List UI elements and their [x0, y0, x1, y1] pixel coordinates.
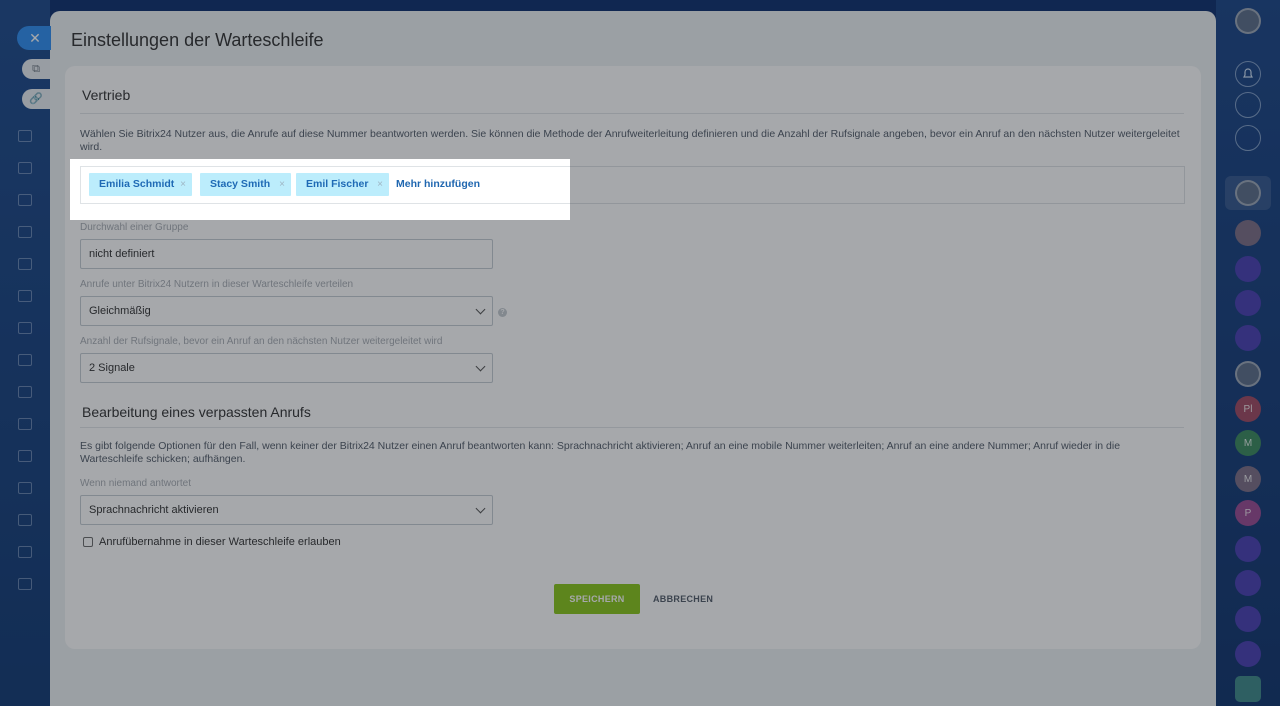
chat-avatar-initials[interactable]: P — [1235, 500, 1261, 526]
user-tag-label: Emilia Schmidt — [99, 178, 175, 190]
slider-title: Einstellungen der Warteschleife — [71, 30, 324, 50]
sidebar-feed-icon[interactable] — [18, 130, 32, 142]
missed-call-title: Bearbeitung eines verpassten Anrufs — [82, 404, 311, 420]
group-chat-avatar[interactable] — [1235, 220, 1261, 246]
sidebar-chat-icon[interactable] — [18, 290, 32, 302]
save-button[interactable]: SPEICHERN — [554, 584, 640, 614]
openlines-icon[interactable] — [1235, 641, 1261, 667]
divider — [80, 427, 1184, 428]
chat-avatar-initials[interactable]: M — [1235, 466, 1261, 492]
group-title: Vertrieb — [82, 87, 131, 103]
sidebar-cards-icon[interactable] — [18, 226, 32, 238]
link-icon[interactable]: 🔗 — [22, 89, 50, 109]
chat-avatar[interactable] — [1235, 361, 1261, 387]
help-icon[interactable]: ? — [498, 308, 507, 317]
openlines-icon[interactable] — [1235, 536, 1261, 562]
settings-card: Vertrieb Wählen Sie Bitrix24 Nutzer aus,… — [65, 66, 1201, 649]
search-chat-icon[interactable] — [1235, 125, 1261, 151]
close-icon[interactable]: ✕ — [17, 26, 51, 50]
remove-tag-icon[interactable]: × — [279, 173, 285, 196]
no-answer-select[interactable]: Sprachnachricht aktivieren — [80, 495, 493, 525]
sidebar-tasks-icon[interactable] — [18, 354, 32, 366]
chat-channel-icon[interactable] — [1235, 290, 1261, 316]
cancel-button[interactable]: ABBRECHEN — [653, 584, 713, 614]
allow-pickup-row[interactable]: Anrufübernahme in dieser Warteschleife e… — [83, 536, 341, 548]
divider — [80, 113, 1184, 114]
chevron-down-icon — [475, 361, 486, 372]
settings-slider: Einstellungen der Warteschleife Vertrieb… — [50, 11, 1216, 706]
add-more-link[interactable]: Mehr hinzufügen — [396, 173, 480, 196]
chevron-down-icon — [475, 304, 486, 315]
profile-avatar[interactable] — [1235, 8, 1261, 34]
sidebar-filter-icon[interactable] — [18, 418, 32, 430]
extension-label: Durchwahl einer Gruppe — [80, 222, 189, 233]
bell-icon[interactable] — [1235, 61, 1261, 87]
rings-value: 2 Signale — [89, 362, 135, 374]
missed-call-description: Es gibt folgende Optionen für den Fall, … — [80, 440, 1121, 465]
remove-tag-icon[interactable]: × — [377, 173, 383, 196]
no-answer-label: Wenn niemand antwortet — [80, 478, 191, 489]
group-description: Wählen Sie Bitrix24 Nutzer aus, die Anru… — [80, 128, 1180, 153]
chat-channel-icon[interactable] — [1235, 325, 1261, 351]
tasks-icon[interactable] — [1235, 676, 1261, 702]
chat-channel-icon[interactable] — [1235, 606, 1261, 632]
user-selector-highlight: Emilia Schmidt × Stacy Smith × Emil Fisc… — [70, 159, 570, 220]
chat-avatar-initials[interactable]: M — [1235, 430, 1261, 456]
sidebar-contacts-icon[interactable] — [18, 162, 32, 174]
activity-icon[interactable] — [1235, 92, 1261, 118]
user-tag-label: Emil Fischer — [306, 178, 369, 190]
rings-label: Anzahl der Rufsignale, bevor ein Anruf a… — [80, 336, 443, 347]
sidebar-board-icon[interactable] — [18, 258, 32, 270]
rings-select[interactable]: 2 Signale — [80, 353, 493, 383]
sidebar-time-icon[interactable] — [18, 546, 32, 558]
user-tag[interactable]: Emilia Schmidt × — [89, 173, 192, 196]
sidebar-messages-icon[interactable] — [18, 450, 32, 462]
chat-avatar-initials[interactable]: Pl — [1235, 396, 1261, 422]
user-tag-label: Stacy Smith — [210, 178, 271, 190]
user-tag[interactable]: Stacy Smith × — [200, 173, 291, 196]
sidebar-sites-icon[interactable] — [18, 514, 32, 526]
sidebar-calendar-icon[interactable] — [18, 322, 32, 334]
allow-pickup-label[interactable]: Anrufübernahme in dieser Warteschleife e… — [99, 536, 341, 548]
distribution-label: Anrufe unter Bitrix24 Nutzern in dieser … — [80, 279, 354, 290]
chevron-down-icon — [475, 503, 486, 514]
extension-input[interactable]: nicht definiert — [80, 239, 493, 269]
no-answer-value: Sprachnachricht aktivieren — [89, 504, 219, 516]
allow-pickup-checkbox[interactable] — [83, 537, 93, 547]
openlines-icon[interactable] — [1235, 570, 1261, 596]
sidebar-edit-icon[interactable] — [18, 578, 32, 590]
open-external-icon[interactable]: ⧉ — [22, 59, 50, 79]
sidebar-docs-icon[interactable] — [18, 194, 32, 206]
chat-channel-icon[interactable] — [1235, 256, 1261, 282]
right-sidebar: Pl M M P — [1216, 0, 1280, 706]
user-tag[interactable]: Emil Fischer × — [296, 173, 389, 196]
distribution-select[interactable]: Gleichmäßig — [80, 296, 493, 326]
chat-avatar[interactable] — [1235, 180, 1261, 206]
sidebar-reports-icon[interactable] — [18, 386, 32, 398]
sidebar-cart-icon[interactable] — [18, 482, 32, 494]
remove-tag-icon[interactable]: × — [180, 173, 186, 196]
distribution-value: Gleichmäßig — [89, 305, 151, 317]
